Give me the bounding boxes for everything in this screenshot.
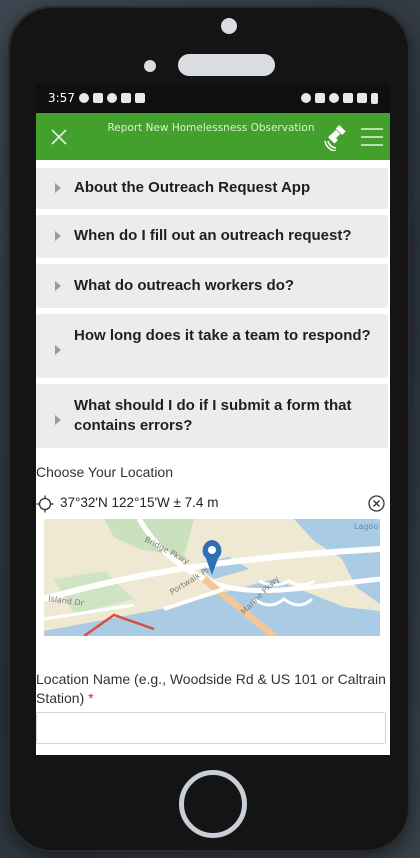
location-section-label: Choose Your Location bbox=[36, 464, 173, 480]
crosshair-icon[interactable] bbox=[36, 495, 54, 513]
faq-when-fill[interactable]: When do I fill out an outreach request? bbox=[36, 215, 388, 258]
faq-label: What do outreach workers do? bbox=[74, 277, 295, 294]
phone-screen: 3:57 Report New Homelessness Observation bbox=[36, 83, 390, 755]
earpiece-speaker bbox=[178, 54, 275, 76]
status-bar: 3:57 bbox=[36, 83, 390, 113]
clear-location-icon[interactable] bbox=[367, 494, 386, 513]
home-button[interactable] bbox=[179, 770, 247, 838]
front-camera bbox=[221, 18, 237, 34]
mute-icon bbox=[315, 93, 325, 103]
faq-label: What should I do if I submit a form that… bbox=[74, 397, 352, 434]
expand-caret-icon bbox=[55, 345, 61, 355]
location-map[interactable]: Bridge Pkwy Portwalk Pl Marine Pkwy Isla… bbox=[44, 519, 380, 636]
signal-icon bbox=[357, 93, 367, 103]
faq-label: How long does it take a team to respond? bbox=[74, 327, 371, 344]
location-coordinates: 37°32'N 122°15'W ± 7.4 m bbox=[60, 495, 219, 510]
location-icon bbox=[329, 93, 339, 103]
expand-caret-icon bbox=[55, 281, 61, 291]
expand-caret-icon bbox=[55, 183, 61, 193]
app-notification-icon bbox=[106, 93, 117, 103]
wifi-icon bbox=[343, 93, 353, 103]
close-icon[interactable] bbox=[36, 113, 82, 160]
faq-outreach-workers[interactable]: What do outreach workers do? bbox=[36, 264, 388, 308]
hamburger-menu-icon[interactable] bbox=[358, 125, 386, 149]
faq-submit-errors[interactable]: What should I do if I submit a form that… bbox=[36, 384, 388, 448]
form-content: About the Outreach Request App When do I… bbox=[36, 160, 390, 755]
app-title: Report New Homelessness Observation bbox=[107, 122, 315, 134]
status-time: 3:57 bbox=[48, 91, 75, 105]
faq-label: About the Outreach Request App bbox=[74, 179, 311, 196]
battery-icon bbox=[371, 92, 378, 104]
expand-caret-icon bbox=[55, 415, 61, 425]
faq-response-time[interactable]: How long does it take a team to respond? bbox=[36, 314, 388, 378]
gallery-icon bbox=[134, 93, 145, 103]
proximity-sensor bbox=[144, 60, 156, 72]
app-notification-icon bbox=[120, 93, 131, 103]
location-name-input[interactable] bbox=[36, 712, 386, 744]
required-marker: * bbox=[88, 690, 94, 706]
satellite-icon[interactable] bbox=[322, 121, 352, 152]
faq-label: When do I fill out an outreach request? bbox=[74, 227, 352, 244]
location-row: 37°32'N 122°15'W ± 7.4 m bbox=[36, 493, 388, 515]
map-label-lagoon: Lagoo bbox=[354, 522, 378, 531]
whatsapp-icon bbox=[78, 93, 89, 103]
faq-about-app[interactable]: About the Outreach Request App bbox=[36, 168, 388, 209]
expand-caret-icon bbox=[55, 231, 61, 241]
alarm-icon bbox=[301, 93, 311, 103]
location-name-label: Location Name (e.g., Woodside Rd & US 10… bbox=[36, 670, 386, 708]
app-bar: Report New Homelessness Observation bbox=[36, 113, 390, 160]
calendar-icon bbox=[92, 93, 103, 103]
